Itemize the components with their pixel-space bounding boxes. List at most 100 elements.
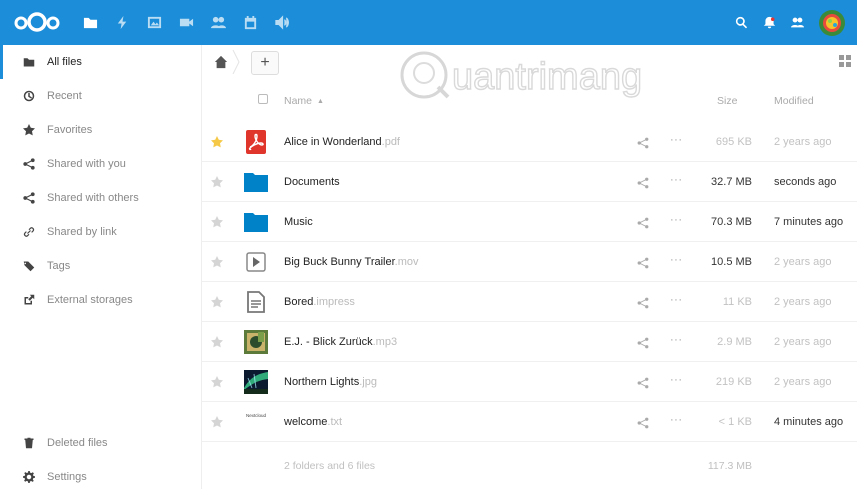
- video-thumbnail-icon[interactable]: [244, 250, 268, 274]
- favorite-star-icon[interactable]: [211, 175, 223, 188]
- file-name[interactable]: Music: [284, 202, 313, 242]
- file-row[interactable]: E.J. - Blick Zurück.mp3 ··· 2.9 MB 2 years …: [202, 322, 857, 362]
- clock-icon: [22, 89, 36, 103]
- share-icon[interactable]: [637, 136, 649, 149]
- file-row[interactable]: Alice in Wonderland.pdf ··· 695 KB 2 years …: [202, 122, 857, 162]
- share-icon[interactable]: [637, 296, 649, 309]
- file-extension: .jpg: [359, 376, 377, 388]
- more-actions-icon[interactable]: ···: [670, 254, 683, 266]
- sidebar-item-label: Tags: [47, 260, 71, 272]
- file-name[interactable]: Northern Lights.jpg: [284, 362, 377, 402]
- share-icon[interactable]: [637, 416, 649, 429]
- sidebar-item-settings[interactable]: Settings: [0, 460, 202, 489]
- favorite-star-icon[interactable]: [211, 375, 223, 388]
- pdf-thumbnail-icon[interactable]: [244, 130, 268, 154]
- file-size: < 1 KB: [718, 416, 752, 428]
- share-icon[interactable]: [637, 256, 649, 269]
- sidebar-item-recent[interactable]: Recent: [0, 79, 202, 113]
- video-app-button[interactable]: [170, 0, 202, 45]
- files-app-button[interactable]: [74, 0, 106, 45]
- file-row[interactable]: Big Buck Bunny Trailer.mov ··· 10.5 MB 2 ye…: [202, 242, 857, 282]
- sidebar-item-all-files[interactable]: All files: [0, 45, 202, 79]
- sidebar: All files Recent Favorites Shared with you S…: [0, 45, 202, 489]
- notifications-button[interactable]: [755, 0, 783, 45]
- sidebar-item-deleted-files[interactable]: Deleted files: [0, 426, 202, 460]
- more-actions-icon[interactable]: ···: [670, 134, 683, 146]
- home-icon[interactable]: [214, 55, 228, 69]
- share-icon[interactable]: [637, 176, 649, 189]
- top-header: [0, 0, 857, 45]
- file-row[interactable]: Music ··· 70.3 MB 7 minutes ago: [202, 202, 857, 242]
- file-extension: .mp3: [372, 336, 398, 348]
- file-name[interactable]: Documents: [284, 162, 340, 202]
- share-icon: [22, 191, 36, 205]
- audio-icon: [274, 15, 289, 30]
- sidebar-item-shared-with-others[interactable]: Shared with others: [0, 181, 202, 215]
- file-modified: 2 years ago: [774, 376, 832, 388]
- share-icon[interactable]: [637, 336, 649, 349]
- folder-thumbnail-icon[interactable]: [244, 170, 268, 194]
- favorite-star-icon[interactable]: [211, 295, 223, 308]
- file-name[interactable]: welcome.txt: [284, 402, 342, 442]
- search-button[interactable]: [727, 0, 755, 45]
- doc-thumbnail-icon[interactable]: [244, 290, 268, 314]
- contacts-menu-button[interactable]: [783, 0, 811, 45]
- contacts-app-button[interactable]: [202, 0, 234, 45]
- file-name[interactable]: Big Buck Bunny Trailer.mov: [284, 242, 419, 282]
- summary-size: 117.3 MB: [707, 460, 752, 472]
- folder-icon: [22, 55, 36, 69]
- grid-view-icon[interactable]: [839, 55, 851, 67]
- favorite-star-icon[interactable]: [211, 215, 223, 228]
- share-icon[interactable]: [637, 376, 649, 389]
- audio-app-button[interactable]: [266, 0, 298, 45]
- more-actions-icon[interactable]: ···: [670, 294, 683, 306]
- activity-icon: [117, 15, 126, 30]
- size-column-header[interactable]: Size: [717, 89, 737, 113]
- more-actions-icon[interactable]: ···: [670, 334, 683, 346]
- sidebar-item-favorites[interactable]: Favorites: [0, 113, 202, 147]
- more-actions-icon[interactable]: ···: [670, 414, 683, 426]
- file-extension: .impress: [313, 296, 355, 308]
- sidebar-item-tags[interactable]: Tags: [0, 249, 202, 283]
- favorite-star-icon[interactable]: [211, 415, 223, 428]
- nextcloud-logo[interactable]: [14, 11, 60, 33]
- file-row[interactable]: Northern Lights.jpg ··· 219 KB 2 years ago: [202, 362, 857, 402]
- calendar-app-button[interactable]: [234, 0, 266, 45]
- file-row[interactable]: Documents ··· 32.7 MB seconds ago: [202, 162, 857, 202]
- favorite-star-icon[interactable]: [211, 255, 223, 268]
- modified-column-header[interactable]: Modified: [774, 89, 814, 113]
- trash-icon: [22, 436, 36, 450]
- more-actions-icon[interactable]: ···: [670, 374, 683, 386]
- folder-icon: [83, 17, 97, 29]
- sidebar-item-external-storages[interactable]: External storages: [0, 283, 202, 317]
- favorite-star-icon[interactable]: [211, 335, 223, 348]
- file-row[interactable]: Nextcloud welcome.txt ··· < 1 KB 4 minutes a…: [202, 402, 857, 442]
- activity-app-button[interactable]: [106, 0, 138, 45]
- user-avatar[interactable]: [819, 9, 845, 36]
- text-thumbnail-icon[interactable]: Nextcloud: [244, 410, 268, 434]
- more-actions-icon[interactable]: ···: [670, 214, 683, 226]
- name-column-header[interactable]: Name ▲: [284, 89, 324, 113]
- image-thumbnail-icon[interactable]: [244, 370, 268, 394]
- file-row[interactable]: Bored.impress ··· 11 KB 2 years ago: [202, 282, 857, 322]
- file-extension: .txt: [327, 416, 343, 428]
- sidebar-item-shared-with-you[interactable]: Shared with you: [0, 147, 202, 181]
- sidebar-item-shared-by-link[interactable]: Shared by link: [0, 215, 202, 249]
- folder-thumbnail-icon[interactable]: [244, 210, 268, 234]
- new-file-button[interactable]: +: [251, 51, 279, 75]
- file-basename: welcome: [284, 416, 328, 428]
- gear-icon: [22, 470, 36, 484]
- sidebar-item-label: Shared by link: [47, 226, 117, 238]
- sidebar-item-label: All files: [47, 56, 82, 68]
- select-all-checkbox[interactable]: [258, 94, 268, 104]
- gallery-app-button[interactable]: [138, 0, 170, 45]
- favorite-star-icon[interactable]: [211, 135, 223, 148]
- file-name[interactable]: E.J. - Blick Zurück.mp3: [284, 322, 397, 362]
- share-icon[interactable]: [637, 216, 649, 229]
- file-name[interactable]: Bored.impress: [284, 282, 355, 322]
- file-size: 2.9 MB: [717, 336, 752, 348]
- more-actions-icon[interactable]: ···: [670, 174, 683, 186]
- file-name[interactable]: Alice in Wonderland.pdf: [284, 122, 400, 162]
- file-modified: 2 years ago: [774, 296, 832, 308]
- audio-thumbnail-icon[interactable]: [244, 330, 268, 354]
